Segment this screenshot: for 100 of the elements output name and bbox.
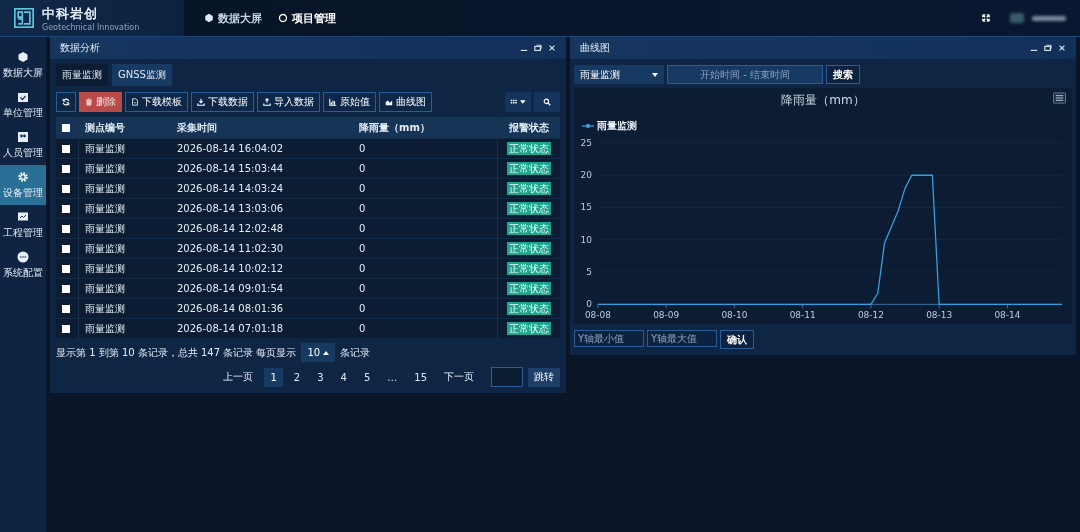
y-tick-label: 10 — [580, 234, 592, 245]
table-cell: 雨量监测 — [78, 278, 171, 299]
checkbox[interactable] — [62, 265, 70, 273]
table-cell: 雨量监测 — [78, 158, 171, 179]
status-badge: 正常状态 — [507, 301, 551, 315]
confirm-button[interactable]: 确认 — [720, 330, 754, 350]
close-icon[interactable] — [548, 44, 556, 52]
fullscreen-icon[interactable] — [982, 14, 990, 22]
checkbox[interactable] — [62, 305, 70, 313]
table-cell: 雨量监测 — [78, 218, 171, 239]
more-icon — [17, 250, 29, 263]
page-link[interactable]: 1 — [264, 367, 283, 387]
toolbar-button[interactable]: 下载数据 — [191, 92, 254, 112]
checkbox[interactable] — [62, 245, 70, 253]
checkbox[interactable] — [62, 185, 70, 193]
status-badge: 正常状态 — [507, 261, 551, 275]
y-tick-label: 15 — [580, 202, 592, 213]
toolbar-button[interactable]: 原始值 — [323, 92, 376, 112]
table-cell: 2026-08-14 13:03:06 — [171, 198, 353, 219]
toolbar-button[interactable]: 导入数据 — [257, 92, 320, 112]
circle-icon — [278, 13, 288, 23]
close-icon[interactable] — [1058, 44, 1066, 52]
status-badge: 正常状态 — [507, 281, 551, 295]
y-tick-label: 5 — [586, 267, 592, 278]
refresh-button[interactable] — [56, 92, 76, 112]
sidebar-item[interactable]: 系统配置 — [0, 245, 46, 285]
page-size-select[interactable]: 10 — [301, 343, 336, 362]
user-avatar[interactable] — [1010, 13, 1024, 23]
restore-icon[interactable] — [1044, 44, 1052, 52]
table-cell: 雨量监测 — [78, 198, 171, 219]
bar-chart-icon — [329, 98, 337, 106]
table-cell: 2026-08-14 09:01:54 — [171, 278, 353, 299]
checkbox[interactable] — [62, 285, 70, 293]
area-chart-icon — [385, 98, 393, 106]
caret-icon — [323, 350, 330, 355]
table-cell: 0 — [353, 138, 498, 159]
column-header: 采集时间 — [171, 117, 353, 139]
page-link[interactable]: 5 — [357, 367, 377, 387]
next-page-link[interactable]: 下一页 — [438, 370, 480, 384]
table-cell: 0 — [353, 258, 498, 279]
sidebar-label: 系统配置 — [3, 265, 43, 280]
checkbox[interactable] — [62, 205, 70, 213]
toolbar-button[interactable]: 曲线图 — [379, 92, 432, 112]
restore-icon[interactable] — [534, 44, 542, 52]
nav-link[interactable]: 项目管理 — [278, 10, 336, 26]
x-tick-label: 08-10 — [721, 310, 748, 321]
sidebar-label: 设备管理 — [3, 185, 43, 200]
file-icon — [131, 98, 139, 106]
sidebar-item[interactable]: 人员管理 — [0, 125, 46, 165]
cube-icon — [17, 50, 29, 63]
sidebar-item[interactable]: 设备管理 — [0, 165, 46, 205]
page-number-field[interactable] — [491, 367, 523, 387]
sidebar-label: 单位管理 — [3, 105, 43, 120]
sidebar-item[interactable]: 数据大屏 — [0, 45, 46, 85]
checkbox[interactable] — [62, 325, 70, 333]
chart-icon — [17, 210, 29, 223]
checkbox[interactable] — [62, 124, 70, 132]
status-badge: 正常状态 — [507, 141, 551, 155]
page-link[interactable]: 3 — [311, 367, 330, 387]
checkbox[interactable] — [62, 225, 70, 233]
tab[interactable]: GNSS监测 — [112, 64, 172, 86]
status-badge: 正常状态 — [507, 221, 551, 235]
tab[interactable]: 雨量监测 — [56, 64, 108, 86]
table-cell: 0 — [353, 298, 498, 319]
table-cell: 0 — [353, 218, 498, 239]
caret-icon — [652, 72, 658, 77]
search-button[interactable] — [534, 92, 560, 112]
toolbar-button[interactable]: 删除 — [79, 92, 122, 112]
page-size-label: 条记录 — [340, 345, 371, 360]
y-min-field[interactable]: Y轴最小值 — [574, 330, 644, 348]
search-button[interactable]: 搜索 — [826, 65, 860, 84]
user-name[interactable] — [1032, 15, 1066, 21]
toolbar-button[interactable]: 下载模板 — [125, 92, 188, 112]
page-link[interactable]: 4 — [334, 367, 353, 387]
page-link[interactable]: 2 — [287, 367, 307, 387]
date-range-field[interactable]: 开始时间 - 结束时间 — [667, 65, 823, 84]
jump-button[interactable]: 跳转 — [528, 367, 560, 387]
table-cell: 雨量监测 — [78, 258, 171, 279]
checkbox[interactable] — [62, 165, 70, 173]
sidebar-item[interactable]: 工程管理 — [0, 205, 46, 245]
previous-page-link[interactable]: 上一页 — [217, 370, 260, 384]
columns-button[interactable] — [505, 92, 531, 112]
table-cell: 2026-08-14 08:01:36 — [171, 298, 353, 319]
panel-title: 数据分析 — [60, 41, 100, 55]
sidebar-label: 工程管理 — [3, 225, 43, 240]
status-badge: 正常状态 — [507, 241, 551, 255]
refresh-icon — [62, 98, 70, 106]
checkbox[interactable] — [62, 145, 70, 153]
page-link[interactable]: 15 — [408, 367, 433, 387]
y-tick-label: 25 — [580, 137, 592, 148]
logo-subtitle: Geotechnical Innovation — [42, 22, 140, 32]
nav-link[interactable]: 数据大屏 — [204, 10, 262, 26]
menu-icon[interactable] — [1053, 92, 1066, 104]
y-max-field[interactable]: Y轴最大值 — [647, 330, 717, 348]
sidebar-item[interactable]: 单位管理 — [0, 85, 46, 125]
column-header: 报警状态 — [497, 117, 560, 139]
x-tick-label: 08-13 — [926, 310, 953, 321]
monitor-select[interactable]: 雨量监测 — [574, 65, 664, 84]
legend-label[interactable]: 雨量监测 — [597, 119, 637, 133]
page-link[interactable]: … — [381, 367, 404, 387]
